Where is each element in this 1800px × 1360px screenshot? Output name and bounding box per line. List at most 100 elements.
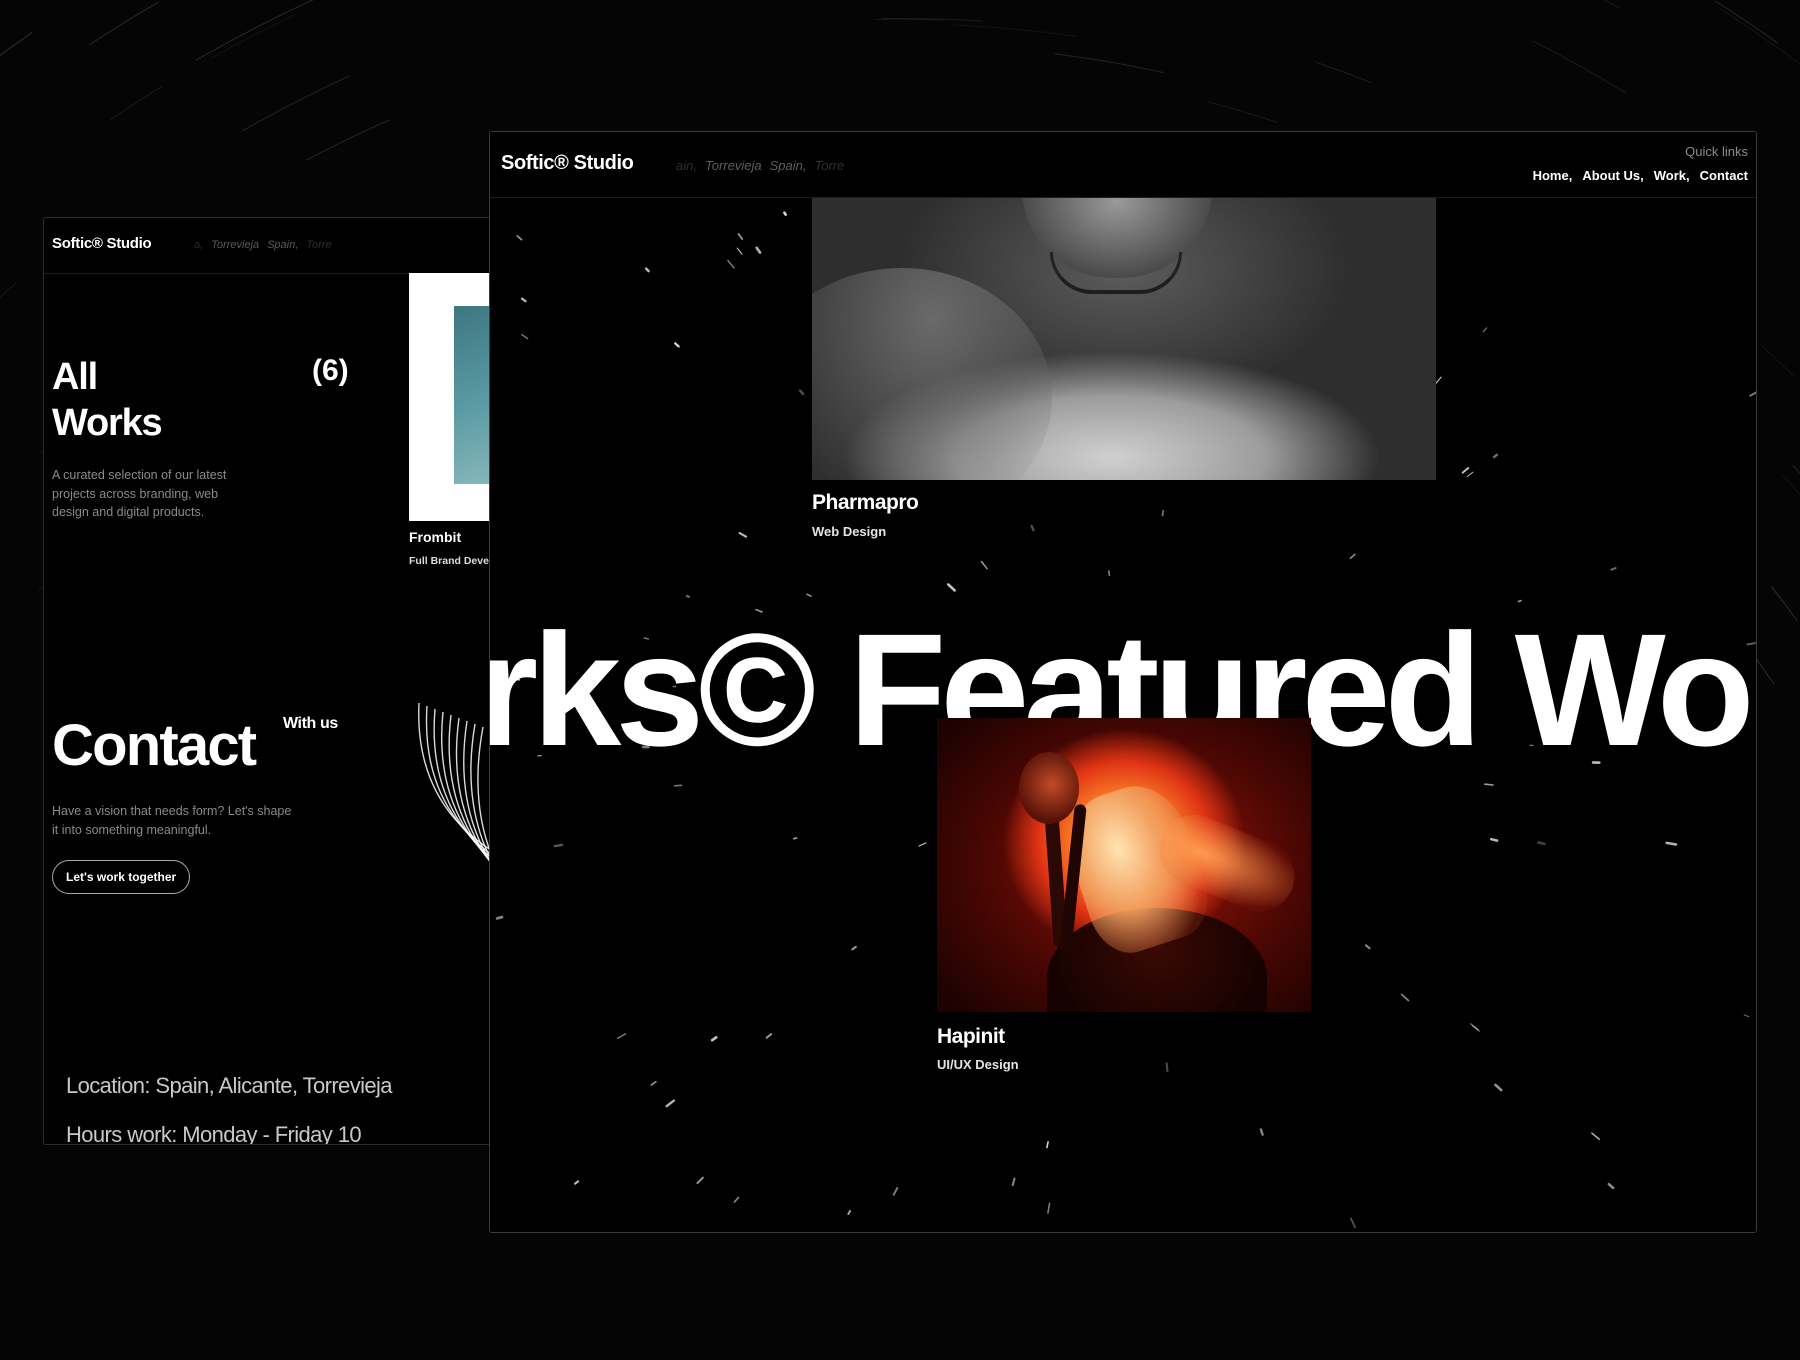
star-particle xyxy=(616,1033,627,1039)
project-category: Web Design xyxy=(812,524,887,539)
star-particle xyxy=(1490,837,1499,842)
ticker-item: Torrevieja xyxy=(211,239,260,251)
project-image-hapinit[interactable] xyxy=(937,718,1311,1012)
star-particle xyxy=(574,1180,580,1185)
star-particle xyxy=(1536,841,1546,846)
front-location-ticker: ain, Torrevieja Spain, Torre xyxy=(676,158,852,173)
star-trail xyxy=(1714,0,1779,44)
star-trail xyxy=(1532,40,1627,94)
star-particle xyxy=(1749,391,1756,397)
star-particle xyxy=(521,333,529,340)
star-particle xyxy=(1011,1177,1016,1187)
star-particle xyxy=(1494,1083,1503,1092)
star-trail xyxy=(195,0,314,61)
star-particle xyxy=(792,837,798,840)
back-location-ticker: a, Torrevieja Spain, Torre xyxy=(194,239,340,251)
star-trail xyxy=(89,1,160,45)
nav-work[interactable]: Work, xyxy=(1654,168,1690,183)
star-particle xyxy=(685,595,691,598)
star-trail xyxy=(305,119,390,161)
star-particle xyxy=(553,843,564,848)
photo-shading xyxy=(812,268,1052,480)
quick-links-label: Quick links xyxy=(1685,144,1748,159)
ticker-item: a, xyxy=(194,239,204,251)
star-trail xyxy=(1760,344,1796,378)
star-particle xyxy=(644,267,650,273)
star-trail xyxy=(1054,53,1164,74)
star-particle xyxy=(892,1187,899,1196)
star-particle xyxy=(738,532,748,538)
star-particle xyxy=(765,1033,773,1039)
star-particle xyxy=(1400,993,1410,1002)
star-particle xyxy=(1591,1132,1601,1140)
star-particle xyxy=(733,1196,740,1203)
star-particle xyxy=(1259,1128,1264,1136)
star-particle xyxy=(650,1080,657,1086)
photo-collar xyxy=(1050,252,1182,294)
back-browser-window: Softic® Studio a, Torrevieja Spain, Torre A… xyxy=(43,217,525,1145)
star-particle xyxy=(710,1036,718,1042)
star-particle xyxy=(1471,1025,1480,1032)
star-particle xyxy=(783,211,787,216)
star-particle xyxy=(1350,1217,1356,1229)
star-particle xyxy=(1610,567,1617,571)
star-trail xyxy=(0,0,2,4)
ticker-item: Torre xyxy=(306,239,332,251)
star-trail xyxy=(242,75,351,132)
star-trail xyxy=(1782,474,1800,496)
ticker-item: Torre xyxy=(814,158,845,173)
star-particle xyxy=(673,342,680,348)
star-particle xyxy=(798,389,805,396)
star-trail xyxy=(875,18,944,21)
star-particle xyxy=(847,1209,852,1215)
front-site-header: Softic® Studio ain, Torrevieja Spain, Torre… xyxy=(490,132,1756,198)
star-particle xyxy=(1349,553,1356,560)
star-trail xyxy=(0,31,33,57)
star-particle xyxy=(696,1176,704,1185)
project-category: UI/UX Design xyxy=(937,1057,1019,1072)
back-site-logo[interactable]: Softic® Studio xyxy=(52,235,152,252)
project-title[interactable]: Hapinit xyxy=(937,1025,1005,1049)
nav-home[interactable]: Home, xyxy=(1533,168,1573,183)
star-particle xyxy=(1165,1062,1169,1073)
star-particle xyxy=(736,247,743,255)
star-particle xyxy=(980,560,988,570)
hours-text: Hours work: Monday - Friday 10 xyxy=(66,1122,362,1145)
star-particle xyxy=(495,915,504,920)
star-particle xyxy=(1482,327,1488,333)
ticker-item: ain, xyxy=(676,158,697,173)
star-particle xyxy=(1046,1141,1049,1149)
star-trail xyxy=(1603,0,1620,9)
star-trail xyxy=(1770,586,1798,622)
star-trail xyxy=(1719,8,1800,65)
star-particle xyxy=(851,945,857,951)
all-works-heading-line: Works xyxy=(52,402,163,444)
ticker-item: Spain, xyxy=(769,158,807,173)
star-particle xyxy=(516,235,523,241)
nav-contact[interactable]: Contact xyxy=(1700,168,1748,183)
front-site-logo[interactable]: Softic® Studio xyxy=(501,152,634,175)
ticker-item: Torrevieja xyxy=(704,158,762,173)
project-category: Full Brand Deve xyxy=(409,555,489,567)
star-particle xyxy=(737,233,744,240)
star-trail xyxy=(1315,61,1372,84)
contact-heading: Contact xyxy=(52,713,257,778)
project-title[interactable]: Frombit xyxy=(409,529,461,545)
star-particle xyxy=(755,246,762,254)
star-particle xyxy=(946,583,957,592)
star-trail xyxy=(1207,101,1278,123)
star-particle xyxy=(1484,783,1494,786)
star-particle xyxy=(1364,944,1371,950)
star-particle xyxy=(1161,509,1165,517)
project-image-pharmapro[interactable] xyxy=(812,198,1436,480)
star-trail xyxy=(1770,0,1800,4)
star-particle xyxy=(1461,466,1470,474)
photo-figure-head xyxy=(1019,752,1079,824)
all-works-description: A curated selection of our latest projec… xyxy=(52,468,227,519)
lets-work-together-button[interactable]: Let's work together xyxy=(52,860,191,894)
nav-about-us[interactable]: About Us, xyxy=(1582,168,1643,183)
star-particle xyxy=(665,1099,676,1108)
star-particle xyxy=(727,259,735,269)
project-title[interactable]: Pharmapro xyxy=(812,491,919,515)
star-trail xyxy=(953,24,1078,38)
